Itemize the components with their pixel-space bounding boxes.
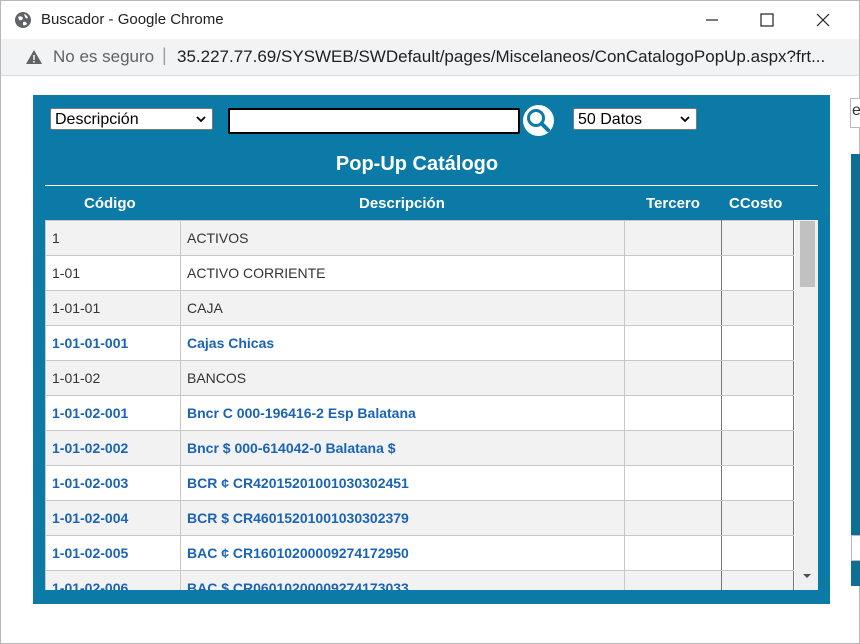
table-row[interactable]: 1-01-02-003 BCR ¢ CR42015201001030302451 (45, 465, 794, 501)
cell-ccosto (721, 465, 794, 501)
cell-tercero (624, 395, 722, 431)
cell-description[interactable]: BAC ¢ CR16010200009274172950 (180, 535, 625, 571)
cell-description: BANCOS (180, 360, 625, 396)
table-row[interactable]: 1-01-01 CAJA (45, 290, 794, 326)
column-header-tercero[interactable]: Tercero (646, 195, 700, 212)
cell-ccosto (721, 220, 794, 256)
cell-ccosto (721, 255, 794, 291)
field-select[interactable]: Descripción (50, 108, 213, 130)
background-edge-text: e (852, 102, 860, 119)
cell-ccosto (721, 290, 794, 326)
cell-tercero (624, 325, 722, 361)
count-select-wrap: 50 Datos (573, 108, 697, 130)
window-title: Buscador - Google Chrome (41, 11, 224, 28)
title-divider (45, 185, 818, 186)
maximize-icon (760, 13, 774, 27)
minimize-button[interactable] (684, 1, 740, 39)
cell-ccosto (721, 395, 794, 431)
cell-tercero (624, 535, 722, 571)
background-panel (851, 154, 860, 586)
maximize-button[interactable] (739, 1, 795, 39)
search-input[interactable] (228, 108, 520, 134)
table-row[interactable]: 1-01-01-001 Cajas Chicas (45, 325, 794, 361)
close-icon (816, 13, 830, 27)
cell-ccosto (721, 360, 794, 396)
cell-ccosto (721, 325, 794, 361)
cell-tercero (624, 430, 722, 466)
cell-code[interactable]: 1-01-01-001 (45, 325, 181, 361)
cell-code[interactable]: 1-01-02-005 (45, 535, 181, 571)
table-row[interactable]: 1-01 ACTIVO CORRIENTE (45, 255, 794, 291)
table-row[interactable]: 1-01-02-006 BAC $ CR06010200009274173033 (45, 570, 794, 590)
background-field: e (850, 98, 860, 128)
warning-icon[interactable] (25, 48, 43, 66)
catalog-popup: Descripción 50 Datos Pop-Up Catálogo Cód… (33, 95, 830, 604)
cell-code: 1-01-01 (45, 290, 181, 326)
count-select[interactable]: 50 Datos (573, 108, 697, 130)
address-separator: | (162, 45, 167, 65)
column-header-codigo[interactable]: Código (84, 195, 136, 212)
column-header-ccosto[interactable]: CCosto (729, 195, 782, 212)
cell-code[interactable]: 1-01-02-004 (45, 500, 181, 536)
cell-code[interactable]: 1-01-02-006 (45, 570, 181, 590)
search-button[interactable] (523, 105, 554, 136)
cell-code[interactable]: 1-01-02-003 (45, 465, 181, 501)
title-bar: Buscador - Google Chrome (1, 1, 859, 39)
cell-code: 1 (45, 220, 181, 256)
grid-scrollbar[interactable] (795, 220, 818, 590)
table-row[interactable]: 1-01-02-004 BCR $ CR46015201001030302379 (45, 500, 794, 536)
cell-tercero (624, 500, 722, 536)
close-button[interactable] (795, 1, 851, 39)
cell-tercero (624, 290, 722, 326)
cell-tercero (624, 220, 722, 256)
popup-title: Pop-Up Catálogo (335, 153, 499, 175)
minimize-icon (706, 19, 718, 21)
cell-description[interactable]: Bncr $ 000-614042-0 Balatana $ (180, 430, 625, 466)
table-row[interactable]: 1-01-02-002 Bncr $ 000-614042-0 Balatana … (45, 430, 794, 466)
catalog-table: 1 ACTIVOS 1-01 ACTIVO CORRIENTE 1-01-01 CAJA 1… (45, 220, 794, 590)
search-icon (527, 109, 550, 132)
table-row[interactable]: 1 ACTIVOS (45, 220, 794, 256)
cell-description[interactable]: BCR ¢ CR42015201001030302451 (180, 465, 625, 501)
table-row[interactable]: 1-01-02 BANCOS (45, 360, 794, 396)
cell-code[interactable]: 1-01-02-002 (45, 430, 181, 466)
cell-tercero (624, 570, 722, 590)
catalog-grid: 1 ACTIVOS 1-01 ACTIVO CORRIENTE 1-01-01 CAJA 1… (45, 220, 818, 590)
cell-code: 1-01-02 (45, 360, 181, 396)
cell-ccosto (721, 535, 794, 571)
cell-tercero (624, 255, 722, 291)
cell-description[interactable]: BCR $ CR46015201001030302379 (180, 500, 625, 536)
cell-description[interactable]: BAC $ CR06010200009274173033 (180, 570, 625, 590)
cell-description: CAJA (180, 290, 625, 326)
browser-window: Buscador - Google Chrome No es seguro | … (0, 0, 860, 644)
cell-description: ACTIVO CORRIENTE (180, 255, 625, 291)
not-secure-label[interactable]: No es seguro (53, 47, 154, 67)
column-header-descripcion[interactable]: Descripción (359, 195, 445, 212)
cell-description[interactable]: Cajas Chicas (180, 325, 625, 361)
cell-code[interactable]: 1-01-02-001 (45, 395, 181, 431)
cell-tercero (624, 465, 722, 501)
cell-tercero (624, 360, 722, 396)
table-row[interactable]: 1-01-02-001 Bncr C 000-196416-2 Esp Balat… (45, 395, 794, 431)
cell-code: 1-01 (45, 255, 181, 291)
address-bar[interactable]: No es seguro | 35.227.77.69/SYSWEB/SWDef… (1, 39, 859, 76)
scroll-down-arrow-icon[interactable] (801, 570, 813, 582)
background-box (851, 535, 860, 561)
field-select-wrap: Descripción (50, 108, 213, 130)
scroll-thumb[interactable] (800, 221, 815, 287)
cell-ccosto (721, 570, 794, 590)
cell-description[interactable]: Bncr C 000-196416-2 Esp Balatana (180, 395, 625, 431)
cell-ccosto (721, 430, 794, 466)
globe-icon (15, 12, 31, 28)
cell-description: ACTIVOS (180, 220, 625, 256)
table-row[interactable]: 1-01-02-005 BAC ¢ CR16010200009274172950 (45, 535, 794, 571)
url-text[interactable]: 35.227.77.69/SYSWEB/SWDefault/pages/Misc… (177, 47, 825, 67)
cell-ccosto (721, 500, 794, 536)
